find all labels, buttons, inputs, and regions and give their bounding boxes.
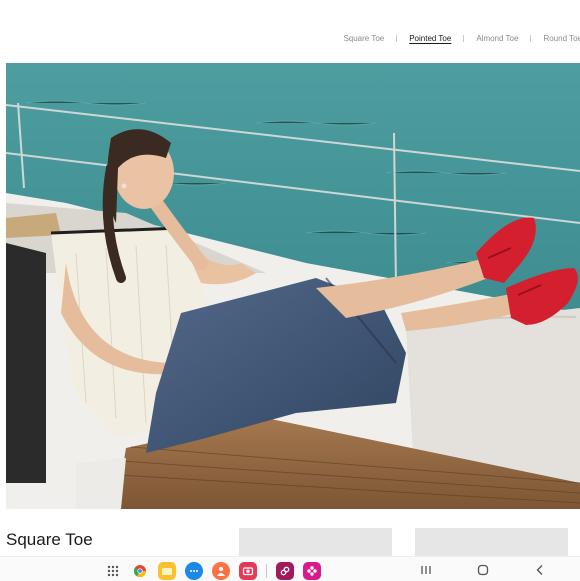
home-icon[interactable] — [474, 561, 492, 579]
dock-divider — [266, 564, 267, 578]
section-title: Square Toe — [6, 530, 93, 549]
product-card-placeholder[interactable] — [415, 528, 568, 556]
app-dock — [104, 562, 330, 580]
system-taskbar — [0, 556, 580, 581]
apps-grid-icon[interactable] — [104, 562, 122, 580]
link-app-icon[interactable] — [276, 562, 294, 580]
recent-apps-icon[interactable] — [417, 561, 435, 579]
hero-image[interactable] — [6, 63, 580, 509]
toe-shape-tabs: Square Toe Pointed Toe Almond Toe Round … — [0, 30, 580, 46]
back-icon[interactable] — [531, 561, 549, 579]
files-icon[interactable] — [158, 562, 176, 580]
tab-square-toe[interactable]: Square Toe — [343, 34, 384, 43]
contacts-icon[interactable] — [212, 562, 230, 580]
messages-icon[interactable] — [185, 562, 203, 580]
product-card-placeholder[interactable] — [239, 528, 392, 556]
tab-pointed-toe[interactable]: Pointed Toe — [409, 34, 451, 43]
tab-round-toe[interactable]: Round Toe — [543, 34, 580, 43]
tab-almond-toe[interactable]: Almond Toe — [476, 34, 518, 43]
tab-divider — [530, 34, 532, 42]
tab-divider — [463, 34, 465, 42]
tab-divider — [396, 34, 398, 42]
flower-app-icon[interactable] — [303, 562, 321, 580]
chrome-icon[interactable] — [131, 562, 149, 580]
camera-icon[interactable] — [239, 562, 257, 580]
